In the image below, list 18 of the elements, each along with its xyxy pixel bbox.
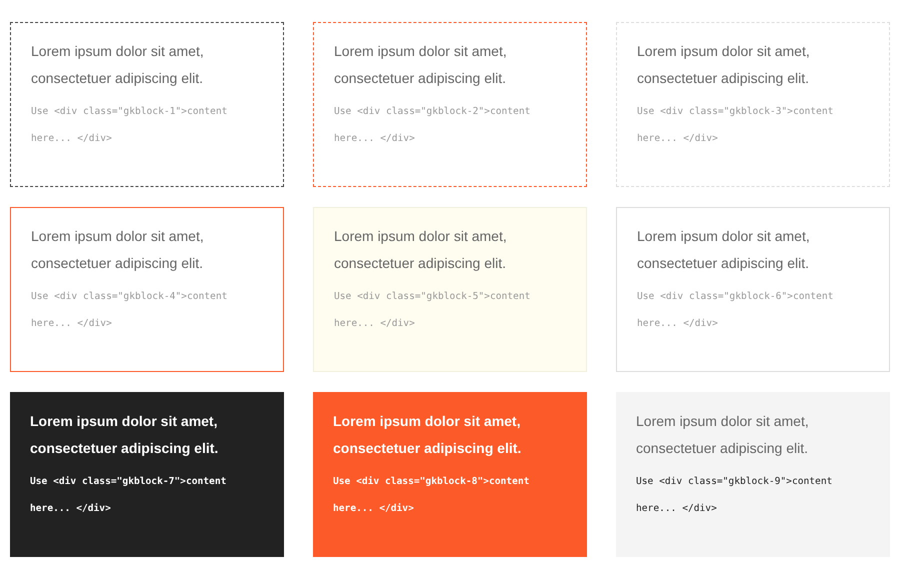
code-snippet: Use <div class="gkblock-4">content here... </div> [31,290,228,331]
block-text: Lorem ipsum dolor sit amet, consectetuer adipiscing elit. [334,42,508,88]
block-text: Lorem ipsum dolor sit amet, consectetuer adipiscing elit. [30,412,220,458]
block-text: Lorem ipsum dolor sit amet, consectetuer adipiscing elit. [637,42,811,88]
code-snippet: Use <div class="gkblock-1">content here... </div> [31,105,228,146]
code-snippet: Use <div class="gkblock-2">content here... </div> [334,105,532,146]
block-text: Lorem ipsum dolor sit amet, consectetuer adipiscing elit. [333,412,522,458]
block-text: Lorem ipsum dolor sit amet, consectetuer adipiscing elit. [637,227,811,273]
code-snippet: Use <div class="gkblock-6">content here... </div> [637,290,834,331]
code-snippet: Use <div class="gkblock-5">content here... </div> [334,290,532,331]
block-text: Lorem ipsum dolor sit amet, consectetuer adipiscing elit. [334,227,508,273]
block-text: Lorem ipsum dolor sit amet, consectetuer adipiscing elit. [31,227,205,273]
code-snippet: Use <div class="gkblock-3">content here... </div> [637,105,834,146]
code-snippet: Use <div class="gkblock-7">content here... </div> [30,475,228,516]
block-text: Lorem ipsum dolor sit amet, consectetuer adipiscing elit. [31,42,205,88]
code-snippet: Use <div class="gkblock-9">content here... </div> [636,475,834,516]
block-text: Lorem ipsum dolor sit amet, consectetuer adipiscing elit. [636,412,810,458]
code-snippet: Use <div class="gkblock-8">content here... </div> [333,475,530,516]
